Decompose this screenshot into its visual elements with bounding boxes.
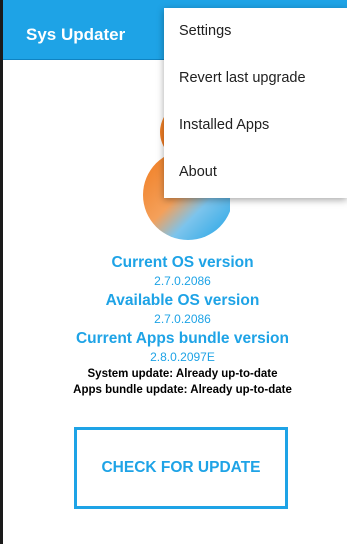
sys-updater-screen: Sys Updater Current OS version 2.7.0.208…: [0, 0, 347, 544]
overflow-menu: Settings Revert last upgrade Installed A…: [164, 8, 347, 198]
menu-item-about[interactable]: About: [164, 149, 347, 196]
system-update-status: System update: Already up-to-date: [87, 368, 278, 380]
apps-bundle-update-status: Apps bundle update: Already up-to-date: [73, 384, 292, 396]
current-os-label: Current OS version: [111, 254, 254, 271]
apps-bundle-value: 2.8.0.2097E: [150, 350, 215, 364]
menu-item-revert-last-upgrade[interactable]: Revert last upgrade: [164, 55, 347, 102]
current-os-value: 2.7.0.2086: [154, 274, 211, 288]
available-os-label: Available OS version: [105, 292, 260, 309]
check-for-update-button[interactable]: CHECK FOR UPDATE: [74, 427, 288, 509]
version-info: Current OS version 2.7.0.2086 Available …: [3, 252, 347, 398]
menu-item-settings[interactable]: Settings: [164, 8, 347, 55]
apps-bundle-label: Current Apps bundle version: [75, 330, 289, 347]
app-title: Sys Updater: [26, 25, 126, 44]
available-os-value: 2.7.0.2086: [154, 312, 211, 326]
menu-item-installed-apps[interactable]: Installed Apps: [164, 102, 347, 149]
